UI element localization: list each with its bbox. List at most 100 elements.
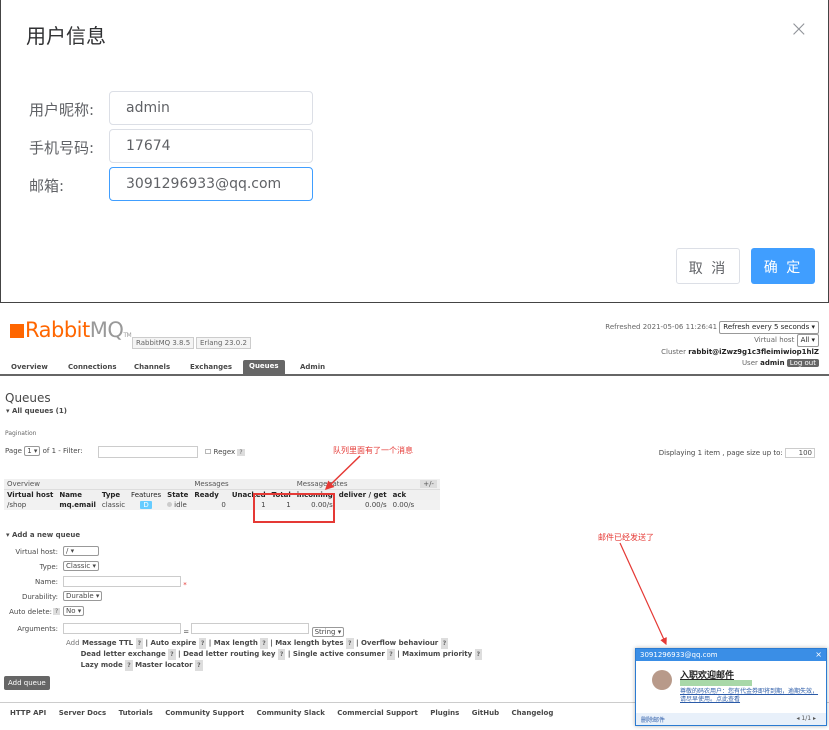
mail-account: 3091296933@qq.com	[640, 651, 718, 659]
mail-pager[interactable]: ◂ 1/1 ▸	[797, 715, 817, 722]
email-row: 邮箱: 3091296933@qq.com	[29, 167, 319, 201]
page-size-input[interactable]: 100	[785, 448, 815, 458]
add-queue-button[interactable]: Add queue	[4, 676, 50, 690]
page-title: Queues	[5, 391, 51, 405]
avatar	[652, 670, 672, 690]
arg-auto-expire[interactable]: Auto expire	[151, 639, 197, 647]
cluster-name: rabbit@iZwz9g1c3fleimiwiop1hlZ	[688, 348, 819, 356]
durability-select[interactable]: Durable ▾	[63, 591, 103, 601]
all-queues-toggle[interactable]: ▾ All queues (1)	[6, 407, 67, 415]
mail-notification-popup[interactable]: 3091296933@qq.com × 入职欢迎邮件 尊敬的码农用户：您有代金券…	[635, 648, 827, 726]
close-icon[interactable]: ×	[790, 17, 808, 42]
arg-single-active-consumer[interactable]: Single active consumer	[293, 650, 385, 658]
group-overview: Overview	[4, 479, 192, 490]
queues-table: Overview Messages Message rates +/- Virt…	[4, 479, 440, 510]
pagination-label: Pagination	[5, 430, 37, 437]
argument-key-input[interactable]	[63, 623, 181, 634]
argument-value-input[interactable]	[191, 623, 310, 634]
col-ack: ack	[389, 489, 418, 500]
email-input[interactable]: 3091296933@qq.com	[109, 167, 313, 201]
cell-ready: 0	[191, 500, 229, 510]
tab-exchanges[interactable]: Exchanges	[190, 363, 232, 371]
queue-name-link[interactable]: mq.email	[56, 500, 99, 510]
footer-server-docs[interactable]: Server Docs	[59, 709, 106, 717]
tab-overview[interactable]: Overview	[11, 363, 48, 371]
delete-mail-link[interactable]: 删除邮件	[641, 717, 665, 724]
mail-footer: 删除邮件 ◂ 1/1 ▸	[636, 713, 826, 725]
footer-commercial-support[interactable]: Commercial Support	[337, 709, 418, 717]
footer-http-api[interactable]: HTTP API	[10, 709, 46, 717]
argument-type-select[interactable]: String ▾	[311, 627, 345, 637]
arg-dead-letter-exchange[interactable]: Dead letter exchange	[81, 650, 166, 658]
page-select[interactable]: 1 ▾	[24, 446, 41, 456]
columns-toggle[interactable]: +/-	[420, 480, 437, 488]
cell-deliver-get: 0.00/s	[335, 500, 390, 510]
footer-github[interactable]: GitHub	[472, 709, 499, 717]
cell-vhost: /shop	[4, 500, 57, 510]
arg-lazy-mode[interactable]: Lazy mode	[81, 661, 123, 669]
type-select[interactable]: Classic ▾	[63, 561, 99, 571]
arg-dead-letter-routing-key[interactable]: Dead letter routing key	[183, 650, 275, 658]
argument-shortcuts: Add Message TTL ? | Auto expire ? | Max …	[66, 638, 483, 671]
arg-overflow[interactable]: Overflow behaviour	[361, 639, 438, 647]
mail-sender-redacted	[680, 680, 752, 686]
col-state: State	[164, 489, 192, 500]
col-deliver-get: deliver / get	[335, 489, 390, 500]
arg-maximum-priority[interactable]: Maximum priority	[402, 650, 472, 658]
group-messages: Messages	[191, 479, 294, 490]
footer-community-slack[interactable]: Community Slack	[257, 709, 325, 717]
mail-preview[interactable]: 尊敬的码农用户：您有代金券即将到期，逾期失效，请尽早使用。点此查看	[680, 688, 820, 704]
nickname-row: 用户昵称: admin	[29, 91, 319, 125]
tab-channels[interactable]: Channels	[134, 363, 170, 371]
user-info-dialog: 用户信息 × 用户昵称: admin 手机号码: 17674 邮箱: 30912…	[0, 0, 829, 303]
group-message-rates: Message rates	[293, 479, 418, 490]
col-features: Features	[128, 489, 165, 500]
version-badge: RabbitMQ 3.8.5	[132, 337, 195, 349]
phone-input[interactable]: 17674	[109, 129, 313, 163]
footer-community-support[interactable]: Community Support	[165, 709, 244, 717]
footer-plugins[interactable]: Plugins	[430, 709, 459, 717]
filter-input[interactable]	[98, 446, 198, 458]
close-icon[interactable]: ×	[815, 650, 822, 659]
arg-max-length[interactable]: Max length	[214, 639, 258, 647]
arg-master-locator[interactable]: Master locator	[135, 661, 193, 669]
phone-row: 手机号码: 17674	[29, 129, 319, 163]
annotation-queue-message: 队列里面有了一个消息	[333, 446, 413, 455]
confirm-button[interactable]: 确 定	[751, 248, 815, 284]
highlight-box	[253, 493, 335, 523]
refresh-select[interactable]: Refresh every 5 seconds ▾	[719, 321, 819, 334]
rabbit-logo-icon	[10, 324, 24, 338]
tab-queues[interactable]: Queues	[243, 360, 285, 374]
state-icon	[167, 502, 173, 507]
vhost-field-select[interactable]: / ▾	[63, 546, 99, 556]
vhost-select[interactable]: All ▾	[796, 334, 819, 347]
tab-connections[interactable]: Connections	[68, 363, 117, 371]
dialog-title: 用户信息	[26, 24, 106, 48]
col-vhost: Virtual host	[4, 489, 57, 500]
erlang-badge: Erlang 23.0.2	[196, 337, 251, 349]
arg-message-ttl[interactable]: Message TTL	[82, 639, 133, 647]
col-type: Type	[98, 489, 129, 500]
regex-checkbox[interactable]: ☐ Regex ?	[205, 448, 245, 456]
auto-delete-select[interactable]: No ▾	[63, 606, 85, 616]
main-tabs: Overview Connections Channels Exchanges …	[0, 360, 829, 376]
rabbitmq-logo: RabbitMQTM	[10, 318, 132, 342]
mail-header: 3091296933@qq.com ×	[636, 649, 826, 661]
nickname-input[interactable]: admin	[109, 91, 313, 125]
nickname-label: 用户昵称:	[29, 101, 95, 119]
email-label: 邮箱:	[29, 177, 65, 195]
cell-ack: 0.00/s	[389, 500, 418, 510]
footer-changelog[interactable]: Changelog	[512, 709, 554, 717]
pagination-row: Page 1 ▾ of 1 - Filter: ☐ Regex ? Displa…	[5, 446, 825, 460]
cancel-button[interactable]: 取 消	[676, 248, 740, 284]
tab-admin[interactable]: Admin	[300, 363, 325, 371]
annotation-mail-sent: 邮件已经发送了	[598, 533, 654, 542]
table-row: /shop mq.email classic D idle 0 1 1 0.00…	[4, 500, 440, 510]
refreshed-text: Refreshed 2021-05-06 11:26:41	[605, 323, 718, 331]
footer-tutorials[interactable]: Tutorials	[119, 709, 153, 717]
durable-badge: D	[140, 501, 152, 509]
displaying-info: Displaying 1 item , page size up to: 100	[659, 448, 815, 458]
arg-max-length-bytes[interactable]: Max length bytes	[275, 639, 343, 647]
add-queue-toggle[interactable]: ▾ Add a new queue	[6, 531, 80, 539]
queue-name-input[interactable]	[63, 576, 181, 587]
